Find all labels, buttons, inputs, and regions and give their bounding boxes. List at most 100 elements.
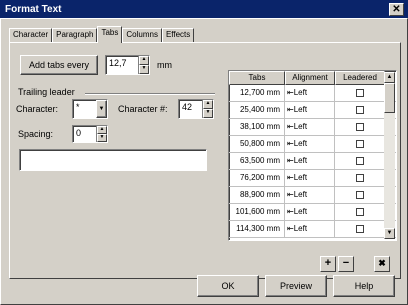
tab-position-cell[interactable]: 12,700 mm [229, 85, 285, 101]
tab-tabs[interactable]: Tabs [97, 26, 123, 43]
tabs-panel: Add tabs every 12,7 ▲ ▼ mm Trailing leade… [9, 42, 401, 279]
alignment-value: Left [293, 88, 308, 97]
leadered-checkbox[interactable] [355, 173, 364, 182]
clear-all-icon[interactable]: ✖ [374, 256, 390, 272]
spin-down-icon[interactable]: ▼ [203, 109, 213, 118]
tab-position-cell[interactable]: 76,200 mm [229, 170, 285, 186]
vertical-scrollbar[interactable]: ▲ ▼ [384, 72, 395, 239]
left-align-icon: ⇤ [287, 139, 294, 148]
alignment-cell[interactable]: ⇤Left [285, 153, 335, 169]
alignment-value: Left [293, 190, 308, 199]
leadered-checkbox[interactable] [355, 207, 364, 216]
alignment-cell[interactable]: ⇤Left [285, 187, 335, 203]
alignment-cell[interactable]: ⇤Left [285, 102, 335, 118]
spin-up-icon[interactable]: ▲ [203, 100, 213, 109]
table-row[interactable]: 101,600 mm ⇤Left [229, 204, 396, 221]
tab-position-cell[interactable]: 101,600 mm [229, 204, 285, 220]
table-row[interactable]: 76,200 mm ⇤Left [229, 170, 396, 187]
tab-strip: Character Paragraph Tabs Columns Effects [9, 26, 195, 43]
spin-down-icon[interactable]: ▼ [139, 65, 149, 74]
scroll-up-icon[interactable]: ▲ [384, 72, 395, 83]
character-value: * [76, 102, 80, 112]
alignment-cell[interactable]: ⇤Left [285, 85, 335, 101]
alignment-value: Left [293, 207, 308, 216]
column-header-tabs[interactable]: Tabs [229, 71, 285, 85]
column-header-alignment[interactable]: Alignment [285, 71, 335, 85]
left-align-icon: ⇤ [287, 122, 294, 131]
spin-up-icon[interactable]: ▲ [139, 56, 149, 65]
leadered-checkbox[interactable] [355, 105, 364, 114]
spacing-label: Spacing: [18, 129, 54, 139]
section-divider [85, 93, 215, 95]
character-number-value: 42 [182, 102, 193, 112]
alignment-value: Left [293, 224, 308, 233]
tab-position-cell[interactable]: 50,800 mm [229, 136, 285, 152]
tab-interval-spinner[interactable]: ▲ ▼ [138, 56, 149, 74]
window-title: Format Text [5, 4, 62, 15]
tab-paragraph[interactable]: Paragraph [52, 28, 98, 42]
tab-position-cell[interactable]: 114,300 mm [229, 221, 285, 237]
column-header-leadered[interactable]: Leadered [335, 71, 385, 85]
leadered-cell [335, 119, 385, 135]
scroll-thumb[interactable] [384, 83, 395, 113]
plus-icon[interactable]: + [320, 256, 336, 272]
left-align-icon: ⇤ [287, 224, 294, 233]
table-row[interactable]: 63,500 mm ⇤Left [229, 153, 396, 170]
left-align-icon: ⇤ [287, 207, 294, 216]
tab-position-cell[interactable]: 38,100 mm [229, 119, 285, 135]
leadered-cell [335, 85, 385, 101]
leadered-cell [335, 221, 385, 237]
tab-columns[interactable]: Columns [122, 28, 162, 42]
minus-icon[interactable]: − [338, 256, 354, 272]
left-align-icon: ⇤ [287, 156, 294, 165]
tab-position-cell[interactable]: 25,400 mm [229, 102, 285, 118]
alignment-cell[interactable]: ⇤Left [285, 204, 335, 220]
leadered-checkbox[interactable] [355, 88, 364, 97]
leader-preview-box [19, 149, 207, 171]
leadered-cell [335, 170, 385, 186]
leadered-checkbox[interactable] [355, 122, 364, 131]
ok-button[interactable]: OK [197, 275, 259, 297]
table-row[interactable]: 114,300 mm ⇤Left [229, 221, 396, 238]
leadered-cell [335, 187, 385, 203]
alignment-value: Left [293, 173, 308, 182]
table-row[interactable]: 38,100 mm ⇤Left [229, 119, 396, 136]
alignment-cell[interactable]: ⇤Left [285, 136, 335, 152]
spacing-spinner[interactable]: ▲ ▼ [96, 126, 107, 142]
table-row[interactable]: 25,400 mm ⇤Left [229, 102, 396, 119]
add-tabs-every-button[interactable]: Add tabs every [20, 55, 98, 75]
tab-position-cell[interactable]: 88,900 mm [229, 187, 285, 203]
leadered-checkbox[interactable] [355, 156, 364, 165]
tabs-table: Tabs Alignment Leadered 12,700 mm ⇤Left 25… [228, 70, 397, 241]
leadered-checkbox[interactable] [355, 139, 364, 148]
table-row[interactable]: 88,900 mm ⇤Left [229, 187, 396, 204]
alignment-cell[interactable]: ⇤Left [285, 170, 335, 186]
tab-position-cell[interactable]: 63,500 mm [229, 153, 285, 169]
spin-down-icon[interactable]: ▼ [97, 134, 107, 142]
chevron-down-icon[interactable]: ▼ [96, 100, 107, 118]
leadered-cell [335, 153, 385, 169]
tab-effects[interactable]: Effects [161, 28, 195, 42]
left-align-icon: ⇤ [287, 88, 294, 97]
scroll-down-icon[interactable]: ▼ [384, 228, 395, 239]
leadered-cell [335, 102, 385, 118]
left-align-icon: ⇤ [287, 190, 294, 199]
help-button[interactable]: Help [333, 275, 395, 297]
table-body: 12,700 mm ⇤Left 25,400 mm ⇤Left 38,100 mm ⇤Le… [229, 85, 396, 238]
table-row[interactable]: 50,800 mm ⇤Left [229, 136, 396, 153]
table-row[interactable]: 12,700 mm ⇤Left [229, 85, 396, 102]
preview-button[interactable]: Preview [265, 275, 327, 297]
leadered-cell [335, 136, 385, 152]
tab-character[interactable]: Character [9, 28, 53, 42]
leadered-checkbox[interactable] [355, 224, 364, 233]
spin-up-icon[interactable]: ▲ [97, 126, 107, 134]
close-icon[interactable]: ✕ [389, 3, 404, 16]
alignment-value: Left [293, 105, 308, 114]
character-number-spinner[interactable]: ▲ ▼ [202, 100, 213, 118]
left-align-icon: ⇤ [287, 173, 294, 182]
alignment-value: Left [293, 139, 308, 148]
alignment-cell[interactable]: ⇤Left [285, 119, 335, 135]
leadered-checkbox[interactable] [355, 190, 364, 199]
spacing-value: 0 [76, 128, 82, 138]
alignment-cell[interactable]: ⇤Left [285, 221, 335, 237]
